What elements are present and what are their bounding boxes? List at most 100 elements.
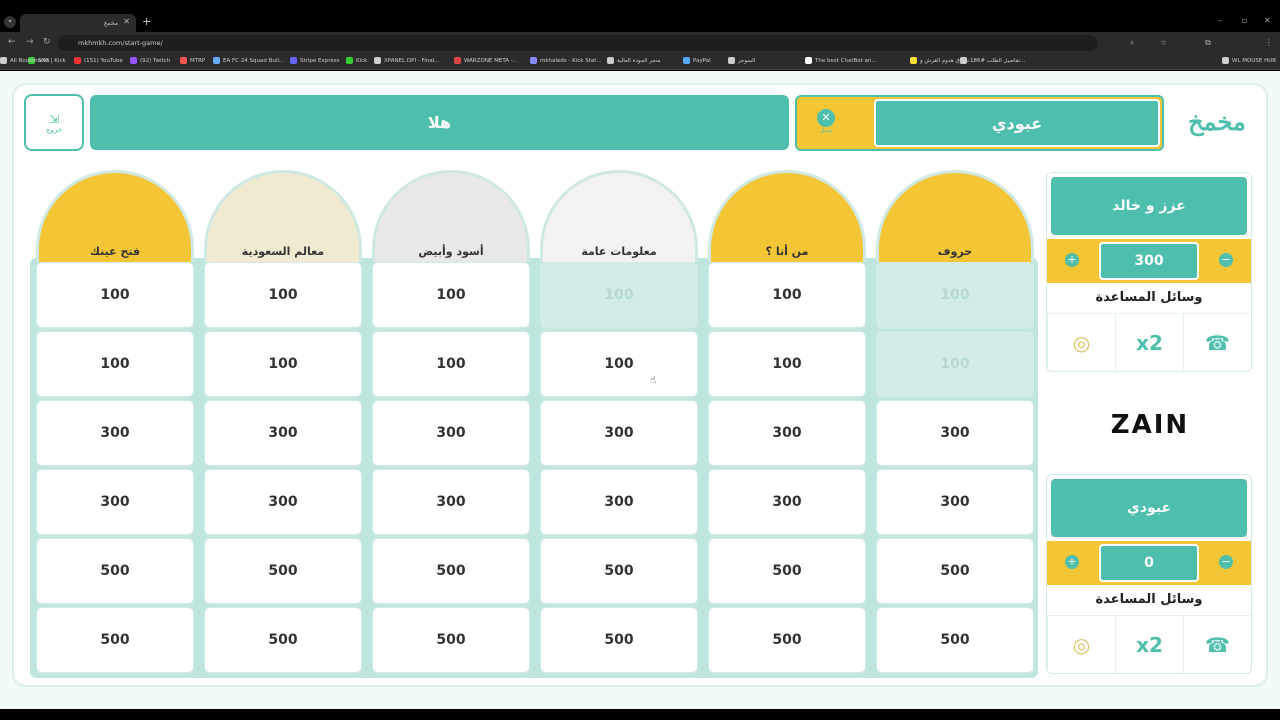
category-header: أسود وأبيض (372, 170, 530, 262)
question-cell[interactable]: 100 (708, 262, 866, 328)
tab-bar: ▾ مخمخ ✕ + – ▫ ✕ (0, 12, 1280, 32)
new-tab-icon[interactable]: + (142, 15, 151, 28)
close-icon[interactable]: ✕ (123, 17, 130, 26)
question-cell[interactable]: 100 (372, 331, 530, 397)
call-friend-icon[interactable]: ☎ (1183, 616, 1251, 673)
question-cell[interactable]: 100 (204, 262, 362, 328)
bookmark-icon (213, 57, 220, 64)
bookmark-item[interactable]: متجر الجودة العالية (607, 57, 660, 64)
minus-button[interactable]: − (1219, 555, 1233, 569)
question-cell[interactable]: 100 (36, 262, 194, 328)
bookmark-item[interactable]: تفاصيل الطلب #186... (960, 57, 1025, 64)
team-score: 300 (1099, 242, 1199, 280)
bookmark-icon (805, 57, 812, 64)
category-column: من أنا ؟ 100 100 300 300 500 500 (708, 170, 866, 673)
switch-turn-button[interactable]: ✕ تبديل (817, 109, 835, 134)
question-cell[interactable]: 100 (876, 262, 1034, 328)
category-header: فتح عينك (36, 170, 194, 262)
forward-icon[interactable]: → (26, 37, 34, 47)
tab-title: مخمخ (103, 19, 118, 27)
question-cell[interactable]: 500 (372, 607, 530, 673)
question-cell[interactable]: 300 (36, 400, 194, 466)
question-cell[interactable]: 100 (36, 331, 194, 397)
back-icon[interactable]: ← (8, 37, 16, 47)
bookmark-label: EA FC 24 Squad Buil... (223, 57, 285, 64)
question-cell[interactable]: 100 (540, 331, 698, 397)
question-cell[interactable]: 100 (876, 331, 1034, 397)
exit-button[interactable]: ⇲ خروج (24, 94, 84, 151)
double-icon[interactable]: x2 (1115, 314, 1183, 371)
bookmark-item[interactable]: Kick (346, 57, 367, 64)
minimize-icon[interactable]: – (1218, 16, 1222, 25)
menu-icon[interactable]: ⋮ (1265, 38, 1273, 47)
bookmark-item[interactable]: Stripe Express (290, 57, 340, 64)
bookmark-label: Kick (356, 57, 368, 64)
question-cell[interactable]: 500 (708, 538, 866, 604)
question-cell[interactable]: 500 (708, 607, 866, 673)
bookmark-label: تفاصيل الطلب #186... (970, 57, 1026, 64)
question-cell[interactable]: 300 (876, 469, 1034, 535)
plus-button[interactable]: + (1065, 253, 1079, 267)
bookmark-item[interactable]: (151) YouTube (74, 57, 123, 64)
bookmark-item[interactable]: PayPal (683, 57, 711, 64)
maximize-icon[interactable]: ▫ (1242, 16, 1247, 25)
question-cell[interactable]: 300 (540, 469, 698, 535)
question-cell[interactable]: 500 (876, 538, 1034, 604)
call-friend-icon[interactable]: ☎ (1183, 314, 1251, 371)
bookmark-item[interactable]: mkhaleds - Kick Stat... (530, 57, 602, 64)
question-cell[interactable]: 100 (540, 262, 698, 328)
question-cell[interactable]: 500 (204, 538, 362, 604)
question-cell[interactable]: 500 (540, 538, 698, 604)
bookmark-icon (180, 57, 187, 64)
bookmark-item[interactable]: XPANEL DPI - Final... (374, 57, 439, 64)
question-cell[interactable]: 100 (204, 331, 362, 397)
bookmark-label: mkhaleds - Kick Stat... (540, 57, 602, 64)
question-cell[interactable]: 500 (372, 538, 530, 604)
question-cell[interactable]: 300 (372, 400, 530, 466)
question-cell[interactable]: 500 (36, 607, 194, 673)
extensions-icon[interactable]: ⧉ (1205, 38, 1211, 48)
bookmark-label: (92) Twitch (140, 57, 171, 64)
bookmark-item[interactable]: The best ChatBot an... (805, 57, 877, 64)
question-cell[interactable]: 500 (204, 607, 362, 673)
question-cell[interactable]: 300 (708, 400, 866, 466)
bookmark-icon (130, 57, 137, 64)
site-logo[interactable]: مخمخ (1178, 100, 1256, 142)
question-cell[interactable]: 100 (372, 262, 530, 328)
reload-icon[interactable]: ↻ (43, 37, 51, 47)
help-title: وسائل المساعدة (1095, 290, 1203, 305)
double-icon[interactable]: x2 (1115, 616, 1183, 673)
question-cell[interactable]: 300 (876, 400, 1034, 466)
question-cell[interactable]: 300 (540, 400, 698, 466)
bookmark-label: WARZONE META -... (464, 57, 519, 64)
bookmark-item[interactable]: WARZONE META -... (454, 57, 518, 64)
url-field[interactable]: mkhmkh.com/start-game/ (58, 35, 1098, 51)
bookmark-icon (74, 57, 81, 64)
zoom-icon[interactable]: ⌕ (1130, 38, 1134, 48)
minus-button[interactable]: − (1219, 253, 1233, 267)
question-cell[interactable]: 500 (540, 607, 698, 673)
bookmark-label: XPANEL DPI - Final... (384, 57, 440, 64)
question-cell[interactable]: 300 (372, 469, 530, 535)
bookmark-item[interactable]: WL MOUSE HUB (1222, 57, 1276, 64)
bookmark-icon (683, 57, 690, 64)
tab-active[interactable]: مخمخ ✕ (20, 14, 136, 32)
bookmark-item[interactable]: All Bookmarks (0, 57, 49, 64)
question-cell[interactable]: 300 (708, 469, 866, 535)
tab-search-icon[interactable]: ▾ (4, 16, 16, 28)
bookmark-item[interactable]: EA FC 24 Squad Buil... (213, 57, 284, 64)
question-cell[interactable]: 300 (204, 469, 362, 535)
timer-icon[interactable]: ◎ (1047, 314, 1115, 371)
bookmark-item[interactable]: السوجر (728, 57, 755, 64)
question-cell[interactable]: 100 (708, 331, 866, 397)
question-cell[interactable]: 300 (36, 469, 194, 535)
plus-button[interactable]: + (1065, 555, 1079, 569)
bookmark-item[interactable]: (92) Twitch (130, 57, 170, 64)
star-icon[interactable]: ☆ (1160, 38, 1167, 47)
bookmark-item[interactable]: MTRP (180, 57, 205, 64)
window-close-icon[interactable]: ✕ (1264, 16, 1271, 25)
question-cell[interactable]: 300 (204, 400, 362, 466)
question-cell[interactable]: 500 (876, 607, 1034, 673)
question-cell[interactable]: 500 (36, 538, 194, 604)
timer-icon[interactable]: ◎ (1047, 616, 1115, 673)
